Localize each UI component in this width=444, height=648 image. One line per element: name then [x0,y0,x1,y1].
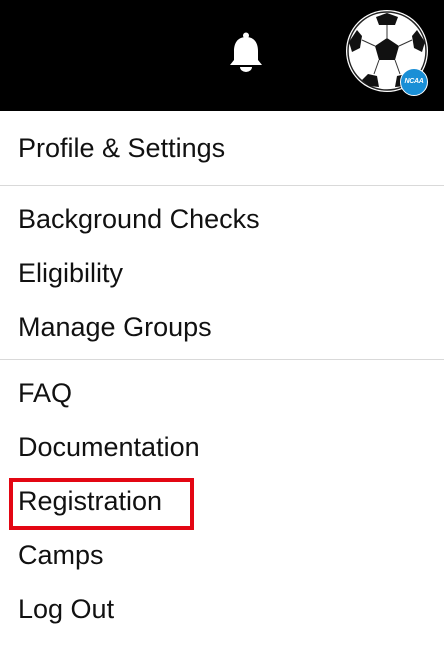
bell-icon [230,32,262,72]
account-menu: Profile & Settings Background Checks Eli… [0,111,444,636]
notifications-button[interactable] [226,32,266,74]
menu-item-eligibility[interactable]: Eligibility [0,246,444,300]
top-bar: NCAA [0,0,444,111]
ncaa-badge: NCAA [400,68,428,96]
menu-item-log-out[interactable]: Log Out [0,582,444,636]
menu-item-profile-settings[interactable]: Profile & Settings [0,121,444,175]
menu-item-faq[interactable]: FAQ [0,366,444,420]
menu-item-registration[interactable]: Registration [0,474,444,530]
menu-item-manage-groups[interactable]: Manage Groups [0,300,444,354]
menu-item-documentation[interactable]: Documentation [0,420,444,474]
menu-item-camps[interactable]: Camps [0,528,444,582]
menu-item-background-checks[interactable]: Background Checks [0,192,444,246]
